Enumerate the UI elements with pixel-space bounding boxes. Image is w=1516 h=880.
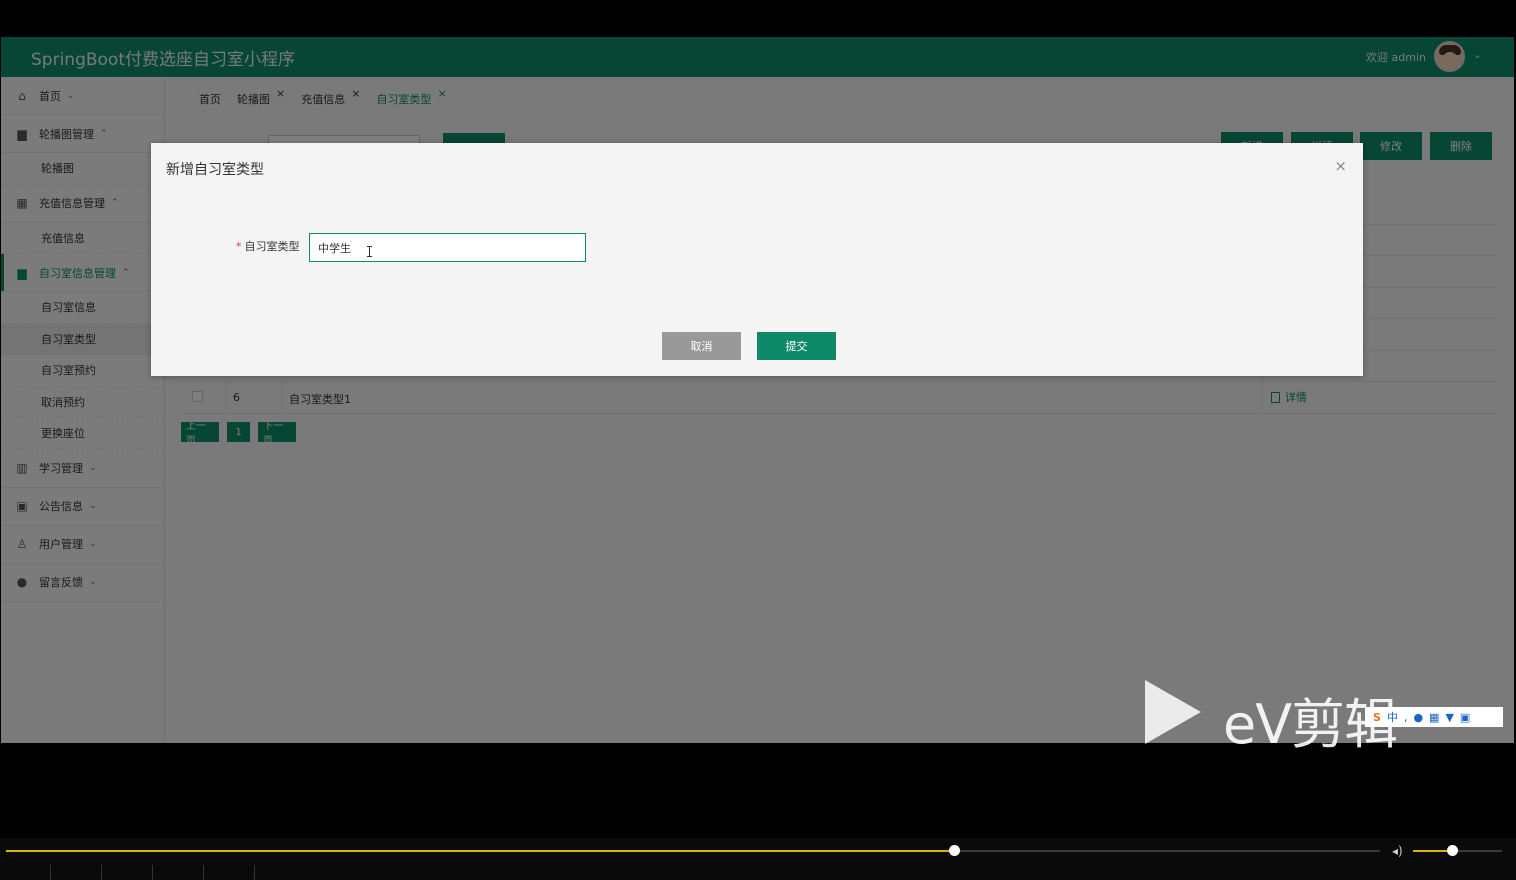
field-label-text: 自习室类型 bbox=[244, 240, 300, 253]
field-label: * 自习室类型 bbox=[236, 238, 300, 254]
add-studyroom-type-dialog: 新增自习室类型 × *自习室类型 取消 提交 bbox=[151, 143, 1363, 376]
ime-mode[interactable]: 中 bbox=[1387, 709, 1398, 725]
player-bottom-bar bbox=[0, 865, 1516, 880]
close-icon[interactable]: × bbox=[1334, 157, 1347, 175]
toolbox-icon[interactable]: ▣ bbox=[1460, 711, 1470, 724]
cancel-button[interactable]: 取消 bbox=[662, 332, 741, 360]
app-window: SpringBoot付费选座自习室小程序 欢迎 admin ⌄ ⌂ 首页 ⌄ ▆… bbox=[1, 37, 1514, 743]
submit-button[interactable]: 提交 bbox=[757, 332, 836, 360]
skin-icon[interactable]: ▼ bbox=[1445, 711, 1453, 724]
microphone-icon[interactable]: ● bbox=[1413, 711, 1423, 724]
required-marker: * bbox=[236, 240, 242, 253]
play-icon bbox=[1145, 680, 1201, 744]
keyboard-icon[interactable]: ▦ bbox=[1429, 711, 1439, 724]
studyroom-type-input[interactable] bbox=[309, 233, 586, 262]
volume-knob[interactable] bbox=[1447, 845, 1459, 856]
video-player-controls: ◂) bbox=[0, 838, 1516, 880]
progress-track[interactable] bbox=[6, 850, 1380, 852]
punctuation-icon[interactable]: , bbox=[1404, 711, 1408, 724]
screen: SpringBoot付费选座自习室小程序 欢迎 admin ⌄ ⌂ 首页 ⌄ ▆… bbox=[0, 0, 1516, 880]
sogou-icon: S bbox=[1373, 710, 1381, 724]
volume-icon[interactable]: ◂) bbox=[1392, 844, 1403, 858]
progress-fill bbox=[6, 850, 955, 852]
text-cursor-icon bbox=[367, 246, 372, 257]
ime-toolbar[interactable]: S 中 , ● ▦ ▼ ▣ bbox=[1365, 707, 1503, 727]
dialog-title: 新增自习室类型 bbox=[166, 162, 264, 178]
progress-knob[interactable] bbox=[949, 845, 961, 856]
